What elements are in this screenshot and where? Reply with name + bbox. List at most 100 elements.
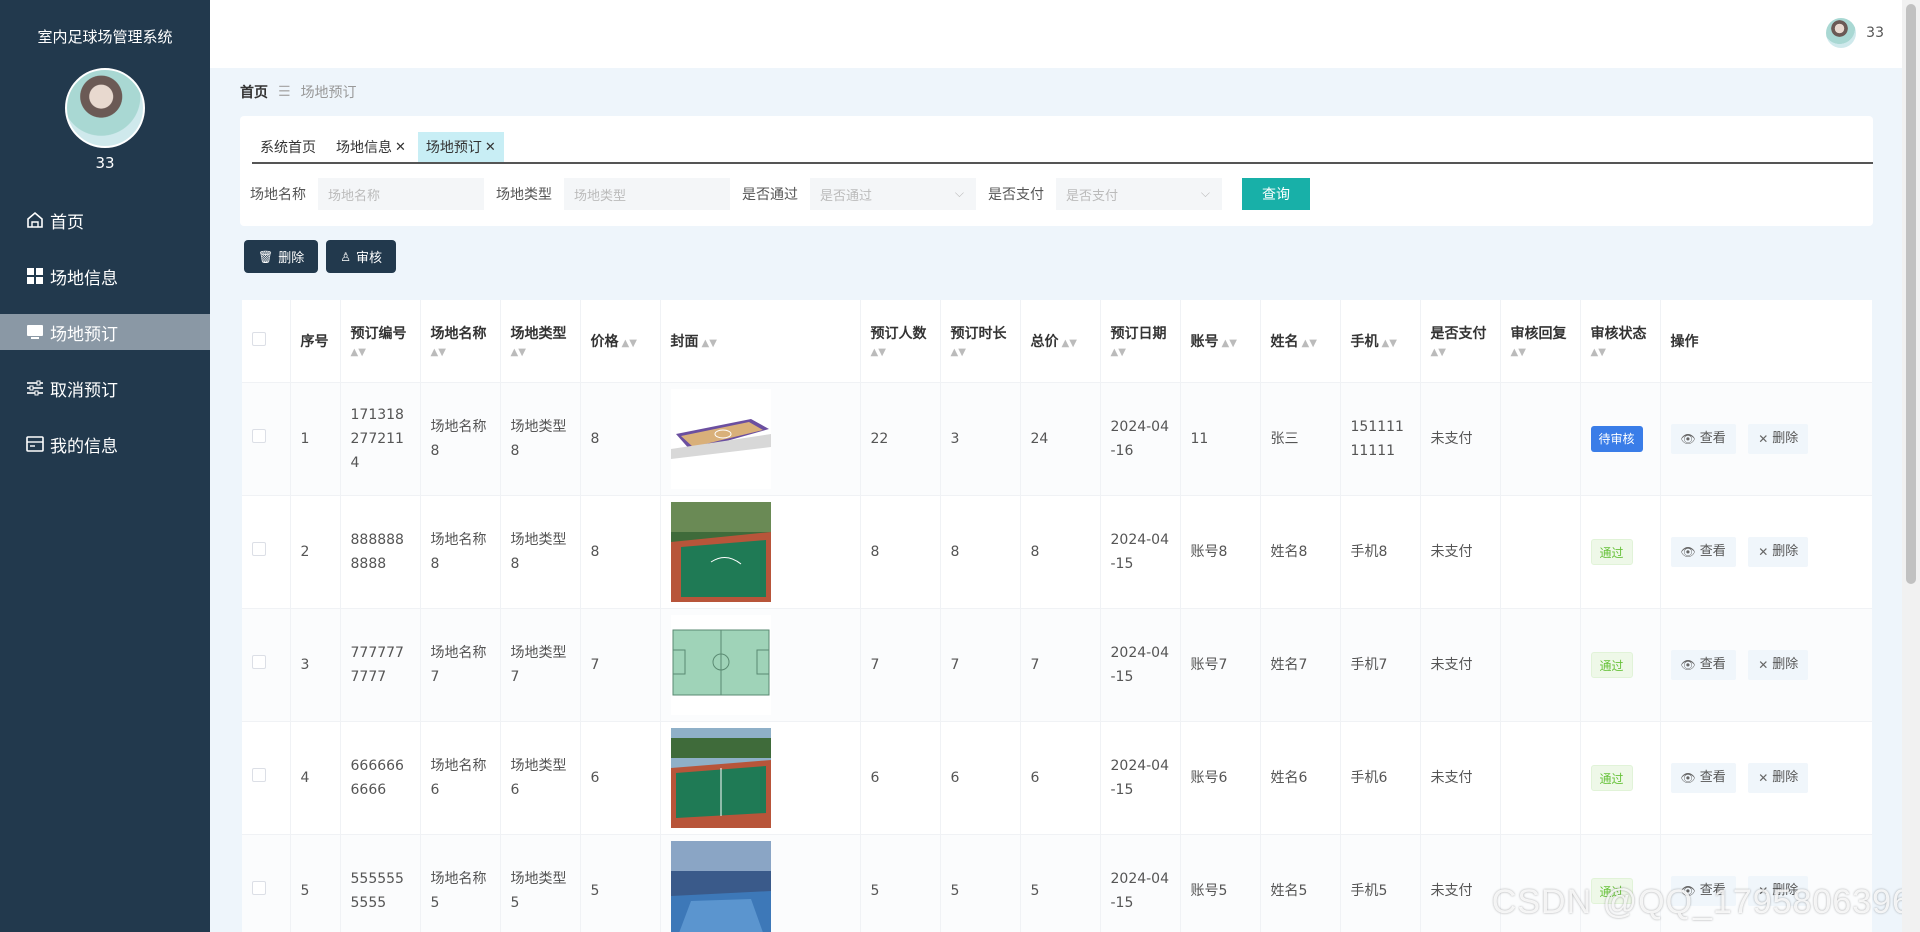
sort-icon[interactable]: ▲▼ xyxy=(1222,338,1237,349)
delete-label: 删除 xyxy=(278,251,305,266)
breadcrumb-separator-icon: ☰ xyxy=(278,84,291,100)
sort-icon[interactable]: ▲▼ xyxy=(871,347,930,358)
header-people[interactable]: 预订人数 ▲▼ xyxy=(860,300,941,382)
paid-select[interactable]: 是否支付 ⌵ xyxy=(1056,178,1222,210)
input-placeholder: 场地类型 xyxy=(574,188,627,204)
table-row[interactable]: 1 1713182772114 场地名称8 场地类型8 8 22 3 24 20… xyxy=(242,381,1872,495)
select-all-checkbox[interactable] xyxy=(252,331,266,346)
cell-duration: 7 xyxy=(940,607,1021,721)
view-button[interactable]: 👁 查看 xyxy=(1670,762,1736,793)
table-row[interactable]: 3 7777777777 场地名称7 场地类型7 7 7 7 7 2024-04… xyxy=(242,607,1872,721)
venue-type-input[interactable]: 场地类型 xyxy=(564,178,730,210)
sidebar-item-cancel-booking[interactable]: 取消预订 xyxy=(0,370,210,406)
header-name[interactable]: 姓名 ▲▼ xyxy=(1260,300,1341,382)
cell-duration: 8 xyxy=(940,494,1021,608)
view-label: 查看 xyxy=(1699,430,1726,446)
query-button[interactable]: 查询 xyxy=(1242,178,1310,210)
row-delete-button[interactable]: ✕ 删除 xyxy=(1748,423,1809,454)
sort-icon[interactable]: ▲▼ xyxy=(702,338,717,349)
header-date[interactable]: 预订日期 ▲▼ xyxy=(1100,300,1181,382)
header-label: 手机 xyxy=(1350,333,1379,350)
sort-icon[interactable]: ▲▼ xyxy=(1511,347,1570,358)
close-icon[interactable]: ✕ xyxy=(485,140,496,155)
scrollbar-thumb[interactable] xyxy=(1906,4,1916,584)
status-badge: 通过 xyxy=(1590,651,1633,678)
row-delete-button[interactable]: ✕ 删除 xyxy=(1748,536,1809,567)
filter-label-approved: 是否通过 xyxy=(742,187,798,203)
eye-icon: 👁 xyxy=(1680,657,1696,672)
header-paid[interactable]: 是否支付 ▲▼ xyxy=(1420,300,1501,382)
view-button[interactable]: 👁 查看 xyxy=(1670,649,1736,680)
view-label: 查看 xyxy=(1699,769,1726,785)
delete-button[interactable]: 🗑 删除 xyxy=(244,240,319,273)
sort-icon[interactable]: ▲▼ xyxy=(351,347,410,358)
sort-icon[interactable]: ▲▼ xyxy=(1111,347,1170,358)
header-reply[interactable]: 审核回复 ▲▼ xyxy=(1500,300,1581,382)
header-duration[interactable]: 预订时长 ▲▼ xyxy=(940,300,1021,382)
view-label: 查看 xyxy=(1699,656,1726,672)
page-scrollbar[interactable] xyxy=(1902,0,1920,932)
venue-name-input[interactable]: 场地名称 xyxy=(318,178,484,210)
header-label: 是否支付 xyxy=(1430,326,1487,343)
header-venue-name[interactable]: 场地名称 ▲▼ xyxy=(420,300,501,382)
sort-icon[interactable]: ▲▼ xyxy=(511,347,570,358)
tab-venue-info[interactable]: 场地信息 ✕ xyxy=(328,132,414,162)
review-button[interactable]: ♙ 审核 xyxy=(326,240,397,273)
header-user[interactable]: 33 xyxy=(1826,18,1884,48)
row-checkbox[interactable] xyxy=(252,654,266,669)
booking-table: 序号 预订编号 ▲▼ 场地名称 ▲▼ 场地类型 ▲▼ 价格 ▲▼ 封面 ▲▼ 预订人数 ▲▼… xyxy=(242,300,1872,932)
monitor-icon xyxy=(24,321,46,343)
sort-icon[interactable]: ▲▼ xyxy=(1382,338,1397,349)
row-select-cell xyxy=(242,494,291,608)
sliders-icon xyxy=(24,377,46,399)
breadcrumb-home[interactable]: 首页 xyxy=(240,82,268,102)
sidebar-item-my-info[interactable]: 我的信息 xyxy=(0,426,210,462)
row-checkbox[interactable] xyxy=(252,880,266,895)
chevron-down-icon: ⌵ xyxy=(1200,186,1210,200)
sort-icon[interactable]: ▲▼ xyxy=(622,338,637,349)
header-account[interactable]: 账号 ▲▼ xyxy=(1180,300,1261,382)
sort-icon[interactable]: ▲▼ xyxy=(951,347,1010,358)
header-price[interactable]: 价格 ▲▼ xyxy=(580,300,661,382)
sidebar-item-venue-booking[interactable]: 场地预订 xyxy=(0,314,210,350)
header-venue-type[interactable]: 场地类型 ▲▼ xyxy=(500,300,581,382)
table-row[interactable]: 2 8888888888 场地名称8 场地类型8 8 8 8 8 2024-04… xyxy=(242,494,1872,608)
table-row[interactable]: 4 6666666666 场地名称6 场地类型6 6 6 6 6 2024-04… xyxy=(242,720,1872,834)
cell-date: 2024-04-16 xyxy=(1100,381,1181,495)
header-order-no[interactable]: 预订编号 ▲▼ xyxy=(340,300,421,382)
sort-icon[interactable]: ▲▼ xyxy=(1062,338,1077,349)
cover-image xyxy=(670,840,771,932)
sort-icon[interactable]: ▲▼ xyxy=(1302,338,1317,349)
cell-date: 2024-04-15 xyxy=(1100,494,1181,608)
row-checkbox[interactable] xyxy=(252,428,266,443)
sort-icon[interactable]: ▲▼ xyxy=(431,347,490,358)
tab-system-home[interactable]: 系统首页 xyxy=(252,132,324,162)
cell-cover xyxy=(660,607,861,721)
view-button[interactable]: 👁 查看 xyxy=(1670,423,1736,454)
row-delete-button[interactable]: ✕ 删除 xyxy=(1748,762,1809,793)
cell-reply xyxy=(1500,381,1581,495)
header-cover[interactable]: 封面 ▲▼ xyxy=(660,300,861,382)
header-status[interactable]: 审核状态 ▲▼ xyxy=(1580,300,1661,382)
row-checkbox[interactable] xyxy=(252,767,266,782)
cell-people: 6 xyxy=(860,720,941,834)
header-label: 价格 xyxy=(590,333,619,350)
tab-venue-booking[interactable]: 场地预订 ✕ xyxy=(417,132,504,162)
header-label: 账号 xyxy=(1190,333,1219,350)
header-total[interactable]: 总价 ▲▼ xyxy=(1020,300,1101,382)
approved-select[interactable]: 是否通过 ⌵ xyxy=(810,178,976,210)
close-icon[interactable]: ✕ xyxy=(395,140,406,155)
header-label: 审核回复 xyxy=(1510,326,1567,343)
cell-venue-name: 场地名称5 xyxy=(420,833,501,932)
row-checkbox[interactable] xyxy=(252,541,266,556)
delete-label: 删除 xyxy=(1772,656,1799,672)
cell-price: 8 xyxy=(580,494,661,608)
sort-icon[interactable]: ▲▼ xyxy=(1431,347,1490,358)
header-phone[interactable]: 手机 ▲▼ xyxy=(1340,300,1421,382)
cell-venue-type: 场地类型8 xyxy=(500,494,581,608)
sort-icon[interactable]: ▲▼ xyxy=(1591,347,1650,358)
row-delete-button[interactable]: ✕ 删除 xyxy=(1748,649,1809,680)
sidebar-item-venue-info[interactable]: 场地信息 xyxy=(0,258,210,294)
sidebar-item-home[interactable]: 首页 xyxy=(0,202,210,238)
view-button[interactable]: 👁 查看 xyxy=(1670,536,1736,567)
